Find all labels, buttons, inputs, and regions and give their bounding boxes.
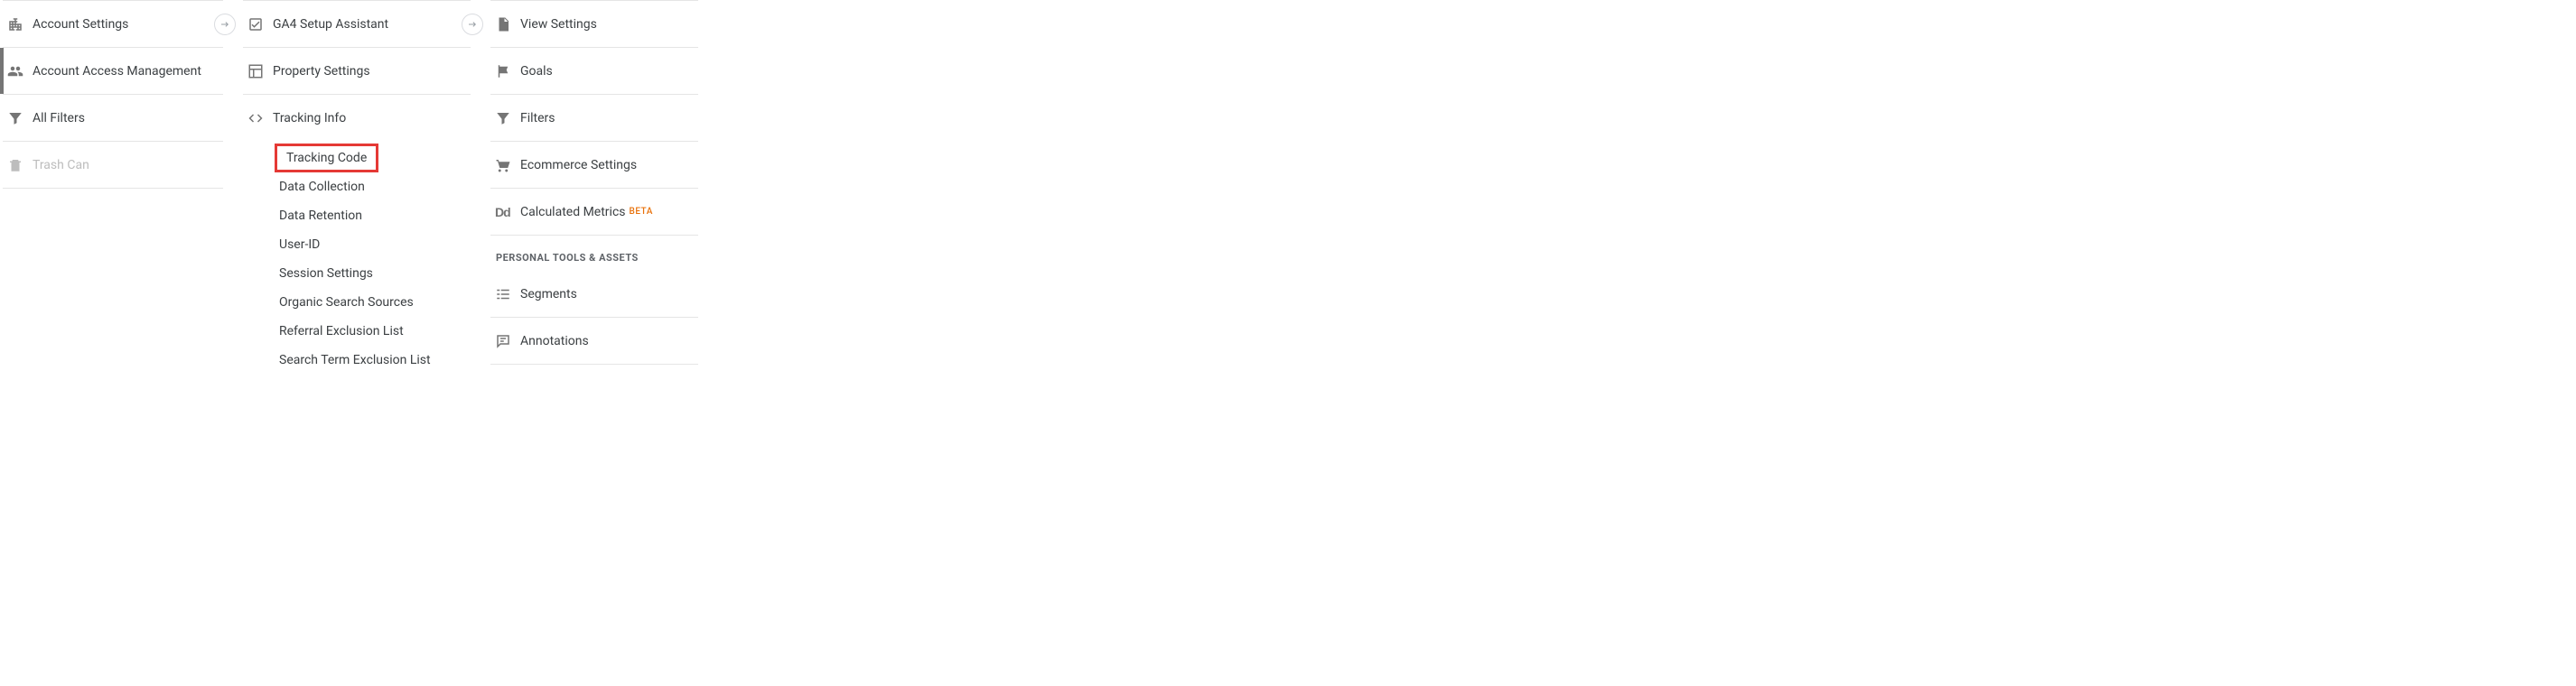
session-settings-subitem[interactable]: Session Settings bbox=[243, 259, 471, 288]
view-settings-item[interactable]: View Settings bbox=[490, 1, 698, 48]
sub-label: User-ID bbox=[279, 237, 320, 252]
referral-exclusion-list-subitem[interactable]: Referral Exclusion List bbox=[243, 317, 471, 346]
building-icon bbox=[7, 16, 33, 32]
menu-label: Trash Can bbox=[33, 158, 89, 172]
goals-item[interactable]: Goals bbox=[490, 48, 698, 95]
sub-label: Session Settings bbox=[279, 266, 373, 281]
arrow-right-icon[interactable] bbox=[462, 14, 483, 35]
user-id-subitem[interactable]: User-ID bbox=[243, 230, 471, 259]
menu-label: Goals bbox=[520, 64, 553, 79]
property-settings-item[interactable]: Property Settings bbox=[243, 48, 471, 95]
flag-icon bbox=[495, 63, 520, 79]
people-icon bbox=[7, 63, 33, 79]
menu-label: Filters bbox=[520, 111, 555, 125]
annotations-icon bbox=[495, 333, 520, 349]
trash-can-item[interactable]: Trash Can bbox=[3, 142, 223, 189]
sub-label: Search Term Exclusion List bbox=[279, 353, 431, 367]
trash-icon bbox=[7, 157, 33, 173]
menu-label: Calculated Metrics bbox=[520, 205, 626, 219]
ecommerce-settings-item[interactable]: Ecommerce Settings bbox=[490, 142, 698, 189]
layout-icon bbox=[247, 63, 273, 79]
calculated-metrics-item[interactable]: Dd Calculated Metrics BETA bbox=[490, 189, 698, 236]
menu-label: Annotations bbox=[520, 334, 589, 348]
cart-icon bbox=[495, 157, 520, 173]
sub-label: Organic Search Sources bbox=[279, 295, 414, 310]
dd-icon: Dd bbox=[495, 205, 520, 219]
organic-search-sources-subitem[interactable]: Organic Search Sources bbox=[243, 288, 471, 317]
filters-item[interactable]: Filters bbox=[490, 95, 698, 142]
menu-label: Segments bbox=[520, 287, 577, 301]
view-column: View Settings Goals Filters Ecommerce Se… bbox=[490, 0, 698, 375]
menu-label: View Settings bbox=[520, 17, 597, 32]
menu-label: Ecommerce Settings bbox=[520, 158, 637, 172]
ga4-setup-assistant-item[interactable]: GA4 Setup Assistant bbox=[243, 1, 471, 48]
data-retention-subitem[interactable]: Data Retention bbox=[243, 201, 471, 230]
sub-label: Tracking Code bbox=[286, 151, 367, 165]
sub-label: Data Retention bbox=[279, 209, 362, 223]
menu-label: All Filters bbox=[33, 111, 85, 125]
menu-label: GA4 Setup Assistant bbox=[273, 17, 388, 32]
menu-label: Tracking Info bbox=[273, 111, 346, 125]
arrow-right-icon[interactable] bbox=[214, 14, 236, 35]
account-access-management-item[interactable]: Account Access Management bbox=[3, 48, 223, 95]
document-icon bbox=[495, 16, 520, 32]
filter-icon bbox=[495, 110, 520, 126]
property-column: GA4 Setup Assistant Property Settings Tr… bbox=[243, 0, 471, 375]
beta-badge: BETA bbox=[630, 207, 653, 217]
code-icon bbox=[247, 110, 273, 126]
sub-label: Data Collection bbox=[279, 180, 365, 194]
menu-label: Property Settings bbox=[273, 64, 370, 79]
segments-item[interactable]: Segments bbox=[490, 271, 698, 318]
annotations-item[interactable]: Annotations bbox=[490, 318, 698, 365]
filter-icon bbox=[7, 110, 33, 126]
menu-label: Account Settings bbox=[33, 17, 128, 32]
search-term-exclusion-list-subitem[interactable]: Search Term Exclusion List bbox=[243, 346, 471, 375]
account-column: Account Settings Account Access Manageme… bbox=[3, 0, 223, 375]
segments-icon bbox=[495, 286, 520, 302]
data-collection-subitem[interactable]: Data Collection bbox=[243, 172, 471, 201]
tracking-info-submenu: Tracking Code Data Collection Data Reten… bbox=[243, 142, 471, 375]
sub-label: Referral Exclusion List bbox=[279, 324, 404, 338]
tracking-code-subitem[interactable]: Tracking Code bbox=[275, 144, 378, 172]
personal-tools-header: Personal Tools & Assets bbox=[490, 236, 698, 271]
checkbox-icon bbox=[247, 16, 273, 32]
menu-label: Account Access Management bbox=[33, 64, 201, 79]
all-filters-item[interactable]: All Filters bbox=[3, 95, 223, 142]
account-settings-item[interactable]: Account Settings bbox=[3, 1, 223, 48]
tracking-info-item[interactable]: Tracking Info bbox=[243, 95, 471, 142]
